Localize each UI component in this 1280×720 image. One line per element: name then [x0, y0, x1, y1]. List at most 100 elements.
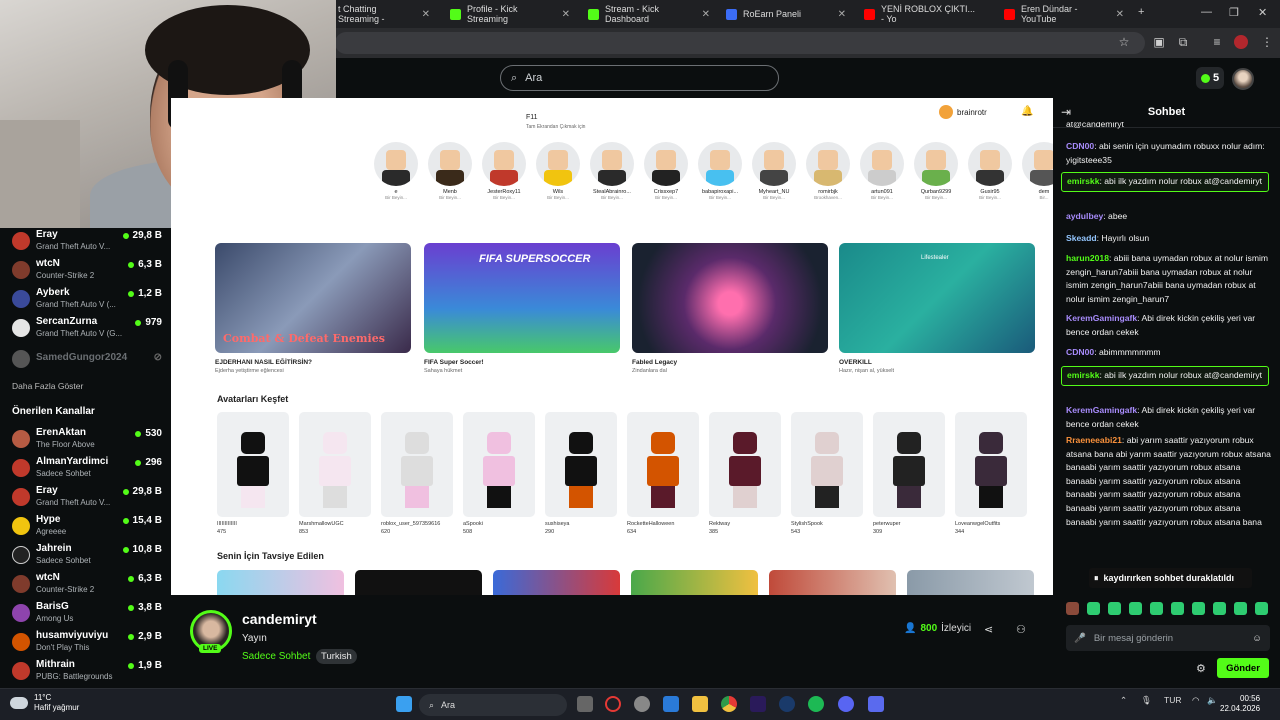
spotify-icon[interactable]: [808, 696, 824, 712]
chat-message[interactable]: KeremGamingafk: Abi direk kickin çekiliş…: [1066, 312, 1271, 339]
photos-icon[interactable]: [663, 696, 679, 712]
sidebar-channel[interactable]: husamviyuviyu Don't Play This 2,9 B: [12, 629, 162, 656]
browser-tab[interactable]: Profile - Kick Streaming ✕: [442, 2, 578, 26]
chat-username[interactable]: emirskk: [1067, 176, 1100, 186]
emote[interactable]: [1213, 602, 1226, 615]
friend-item[interactable]: e Bir Beyin...: [371, 142, 421, 212]
chevron-up-icon[interactable]: ⌃: [1120, 695, 1127, 706]
language-tag[interactable]: Turkish: [316, 649, 357, 664]
browser-tab[interactable]: Eren Dündar - YouTube ✕: [996, 2, 1132, 26]
friend-item[interactable]: babapiroxapi... Bir Beyin...: [695, 142, 745, 212]
file-explorer-icon[interactable]: [692, 696, 708, 712]
new-tab-icon[interactable]: +: [1138, 6, 1144, 18]
close-icon[interactable]: ✕: [838, 9, 846, 20]
friend-item[interactable]: JesterRoxy11 Bir Beyin...: [479, 142, 529, 212]
clock[interactable]: 00:56 22.04.2026: [1220, 694, 1260, 714]
friend-item[interactable]: Qurban9299 Bir Beyin...: [911, 142, 961, 212]
avatar-card[interactable]: peterwuper 309: [873, 412, 945, 542]
friend-item[interactable]: dem Bir...: [1019, 142, 1053, 212]
chat-message[interactable]: Skeadd: Hayırlı olsun: [1066, 232, 1271, 246]
kicks-balance-button[interactable]: 5: [1196, 67, 1224, 89]
follow-icon[interactable]: ⚇: [1016, 623, 1026, 636]
close-icon[interactable]: ✕: [702, 9, 710, 20]
chat-username[interactable]: Skeadd: [1066, 233, 1097, 243]
stream-category-link[interactable]: Sadece Sohbet: [242, 651, 310, 662]
chat-paused-banner[interactable]: ⏸ kaydırırken sohbet duraklatıldı: [1089, 568, 1252, 588]
user-avatar[interactable]: [1232, 68, 1254, 90]
avatar-card[interactable]: MarshmallowUGC 853: [299, 412, 371, 542]
app-icon[interactable]: [868, 696, 884, 712]
chat-username[interactable]: CDN00: [1066, 347, 1094, 357]
chat-message[interactable]: CDN00: abi senin için uyumadım robuxx no…: [1066, 140, 1271, 167]
browser-tab[interactable]: RoEarn Paneli ✕: [718, 2, 854, 26]
chat-message[interactable]: Rraeneeabi21: abi yarım saattir yazıyoru…: [1066, 434, 1271, 564]
bookmark-star-icon[interactable]: ☆: [1117, 35, 1131, 49]
chat-username[interactable]: aydulbey: [1066, 211, 1103, 221]
puzzle-icon[interactable]: ⧉: [1176, 35, 1190, 49]
friend-item[interactable]: artun091 Bir Beyin...: [857, 142, 907, 212]
menu-icon[interactable]: ≡: [1210, 35, 1224, 49]
sidebar-channel[interactable]: Jahrein Sadece Sohbet 10,8 B: [12, 542, 162, 569]
sidebar-channel[interactable]: Eray Grand Theft Auto V... 29,8 B: [12, 228, 162, 255]
share-icon[interactable]: ⋖: [984, 623, 993, 636]
language-indicator[interactable]: TUR: [1164, 695, 1181, 705]
chat-username[interactable]: emirskk: [1067, 370, 1100, 380]
microphone-icon[interactable]: 🎤: [1074, 633, 1086, 644]
premiere-icon[interactable]: [750, 696, 766, 712]
opera-icon[interactable]: [605, 696, 621, 712]
sidebar-channel[interactable]: Ayberk Grand Theft Auto V (... 1,2 B: [12, 286, 162, 313]
browser-tab[interactable]: YENİ ROBLOX ÇIKTI... - Yo: [856, 2, 986, 26]
emote[interactable]: [1087, 602, 1100, 615]
chat-message[interactable]: emirskk: abi ilk yazdım nolur robux at@c…: [1061, 172, 1269, 192]
close-icon[interactable]: ✕: [422, 9, 430, 20]
sidebar-channel[interactable]: wtcN Counter-Strike 2 6,3 B: [12, 571, 162, 598]
more-icon[interactable]: ⋮: [1260, 35, 1274, 49]
streamer-name[interactable]: candemiryt: [242, 611, 317, 627]
chat-username[interactable]: KeremGamingafk: [1066, 313, 1137, 323]
extension-icon[interactable]: ▣: [1152, 35, 1166, 49]
profile-icon[interactable]: [1234, 35, 1248, 49]
gear-icon[interactable]: ⚙: [1196, 662, 1206, 675]
chrome-icon[interactable]: [721, 696, 737, 712]
minimize-icon[interactable]: —: [1201, 6, 1212, 18]
sidebar-channel[interactable]: Mithrain PUBG: Battlegrounds 1,9 B: [12, 658, 162, 685]
friend-item[interactable]: StealAbrainro... Bir Beyin...: [587, 142, 637, 212]
weather-widget[interactable]: 11°C Hafif yağmur: [10, 693, 79, 713]
windows-start-icon[interactable]: [396, 696, 412, 712]
avatar-card[interactable]: StylishSpook 543: [791, 412, 863, 542]
emote[interactable]: [1150, 602, 1163, 615]
chat-message[interactable]: KeremGamingafk: Abi direk kickin çekiliş…: [1066, 404, 1271, 431]
maximize-icon[interactable]: ❐: [1229, 6, 1239, 19]
browser-tab[interactable]: Stream - Kick Dashboard ✕: [580, 2, 718, 26]
url-input[interactable]: [335, 32, 1145, 54]
sidebar-channel[interactable]: BarisG Among Us 3,8 B: [12, 600, 162, 627]
emote[interactable]: [1108, 602, 1121, 615]
discord-icon[interactable]: [838, 696, 854, 712]
avatar-card[interactable]: aSpooki 508: [463, 412, 535, 542]
avatar-card[interactable]: IIIIIIIIIIIII 475: [217, 412, 289, 542]
avatar-card[interactable]: LoveanwgelOutfits 344: [955, 412, 1027, 542]
wifi-icon[interactable]: ◠: [1192, 695, 1199, 706]
emote[interactable]: [1234, 602, 1247, 615]
chat-input[interactable]: 🎤 Bir mesaj gönderin ☺: [1066, 625, 1270, 651]
chat-message[interactable]: CDN00: abimmmmmmm: [1066, 346, 1271, 360]
search-input[interactable]: ⌕ Ara: [500, 65, 779, 91]
chat-message[interactable]: at@candemiryt: [1066, 122, 1271, 132]
emote[interactable]: [1129, 602, 1142, 615]
friend-item[interactable]: Gusir95 Bir Beyin...: [965, 142, 1015, 212]
chat-username[interactable]: harun2018: [1066, 253, 1109, 263]
microphone-icon[interactable]: 🎙: [1141, 695, 1152, 706]
sidebar-channel-offline[interactable]: SamedGungor2024 ⊘: [12, 346, 162, 373]
task-view-icon[interactable]: [577, 696, 593, 712]
friend-item[interactable]: Wils Bir Beyin...: [533, 142, 583, 212]
stream-video[interactable]: F11 Tam Ekrandan Çıkmak için brainrotr 🔔…: [171, 98, 1053, 595]
chat-message[interactable]: emirskk: abi ilk yazdım nolur robux at@c…: [1061, 366, 1269, 386]
emote[interactable]: [1192, 602, 1205, 615]
chat-message[interactable]: aydulbey: abee: [1066, 210, 1271, 224]
avatar-card[interactable]: RocketteHalloween 634: [627, 412, 699, 542]
sidebar-channel[interactable]: Hype Agreeee 15,4 B: [12, 513, 162, 540]
app-icon[interactable]: [634, 696, 650, 712]
close-window-icon[interactable]: ✕: [1258, 6, 1267, 19]
friend-item[interactable]: Myheart_NU Bir Beyin...: [749, 142, 799, 212]
steam-icon[interactable]: [779, 696, 795, 712]
